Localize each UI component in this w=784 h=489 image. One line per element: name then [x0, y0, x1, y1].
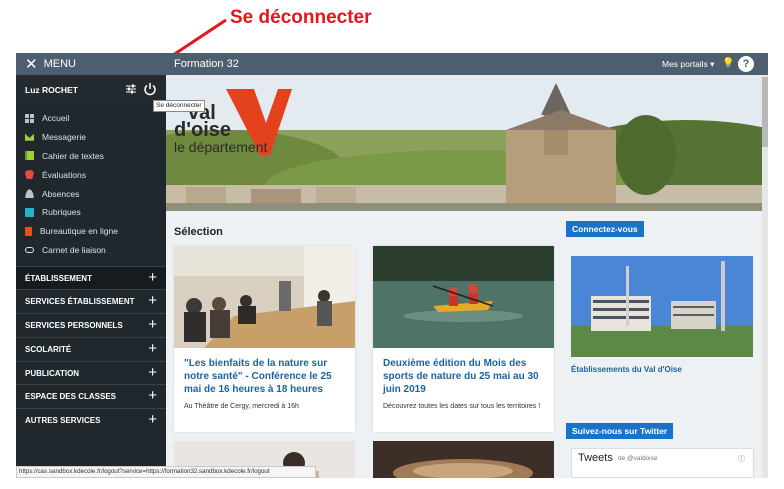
info-icon[interactable]: ⓘ — [738, 454, 745, 464]
envelope-icon — [25, 133, 34, 141]
connect-header: Connectez-vous — [566, 221, 644, 237]
sidebar-item-accueil[interactable]: Accueil — [16, 109, 166, 128]
user-name: Luz ROCHET — [25, 85, 78, 95]
section-espace-des-classes[interactable]: ESPACE DES CLASSES + — [16, 384, 166, 407]
sidebar-item-label: Carnet de liaison — [42, 244, 106, 255]
plus-icon: + — [148, 269, 157, 286]
card-description: Découvrez toutes les dates sur tous les … — [383, 403, 541, 410]
card-description: Au Théâtre de Cergy, mercredi à 16h — [184, 403, 299, 410]
annotation-overlay: Se déconnecter — [0, 0, 784, 74]
logout-power-icon[interactable] — [143, 81, 157, 97]
card-title[interactable]: "Les bienfaits de la nature sur notre sa… — [184, 357, 348, 396]
section-label: PUBLICATION — [25, 368, 80, 378]
section-label: SERVICES PERSONNELS — [25, 320, 123, 330]
schools-photo[interactable] — [571, 256, 753, 357]
section-label: ÉTABLISSEMENT — [25, 273, 92, 283]
logo-line-doise: d'oise — [174, 119, 231, 141]
menu-button[interactable]: ✕ MENU — [16, 53, 166, 75]
page-scrollbar[interactable] — [762, 75, 768, 478]
sidebar-item-label: Bureautique en ligne — [40, 226, 118, 237]
food-photo — [373, 441, 554, 478]
help-button[interactable]: ? — [738, 56, 754, 72]
news-card[interactable]: "Les bienfaits de la nature sur notre sa… — [174, 246, 355, 432]
annotation-label: Se déconnecter — [230, 7, 372, 28]
scrollbar-thumb[interactable] — [762, 77, 768, 147]
section-services-etablissement[interactable]: SERVICES ÉTABLISSEMENT + — [16, 289, 166, 312]
plus-icon: + — [148, 411, 157, 428]
tweets-title: Tweets — [578, 452, 613, 464]
sidebar-item-label: Messagerie — [42, 132, 86, 143]
sidebar-item-rubriques[interactable]: Rubriques — [16, 203, 166, 222]
top-bar: ✕ MENU Formation 32 Mes portails ▾ 💡 ? — [16, 53, 768, 75]
section-publication[interactable]: PUBLICATION + — [16, 361, 166, 384]
section-services-personnels[interactable]: SERVICES PERSONNELS + — [16, 313, 166, 336]
news-card[interactable]: Deuxième édition du Mois des sports de n… — [373, 246, 554, 432]
user-row: Luz ROCHET — [16, 75, 166, 105]
tweets-author[interactable]: de @valdoise — [618, 455, 657, 462]
browser-status-url: https://cas.sandbox.kdecole.fr/logout?se… — [16, 466, 316, 478]
grid-icon — [25, 113, 34, 123]
sidebar-item-label: Rubriques — [42, 207, 81, 218]
kayak-photo — [373, 246, 554, 348]
plus-icon: + — [148, 316, 157, 333]
link-icon — [25, 246, 34, 253]
twitter-widget[interactable]: Tweets de @valdoise ⓘ — [571, 448, 754, 478]
card-title[interactable]: Deuxième édition du Mois des sports de n… — [383, 357, 547, 396]
sidebar-item-evaluations[interactable]: Évaluations — [16, 165, 166, 184]
close-icon: ✕ — [25, 55, 38, 73]
conference-photo — [174, 246, 355, 348]
selection-section: Sélection "Les bienfaits de la nature su… — [166, 211, 562, 478]
sidebar-item-label: Évaluations — [42, 169, 86, 180]
selection-title: Sélection — [174, 226, 223, 238]
plus-icon: + — [148, 364, 157, 381]
sidebar-item-messagerie[interactable]: Messagerie — [16, 128, 166, 147]
sidebar-item-absences[interactable]: Absences — [16, 184, 166, 203]
lightbulb-icon[interactable]: 💡 — [722, 57, 734, 71]
plus-icon: + — [148, 292, 157, 309]
app-window: ✕ MENU Formation 32 Mes portails ▾ 💡 ? L… — [16, 53, 768, 478]
sidebar-item-cahier-de-textes[interactable]: Cahier de textes — [16, 147, 166, 166]
plus-icon: + — [148, 340, 157, 357]
section-etablissement[interactable]: ÉTABLISSEMENT + — [16, 266, 166, 289]
sidebar-item-bureautique[interactable]: Bureautique en ligne — [16, 222, 166, 241]
banner-image: val d'oise le département — [166, 75, 768, 211]
portals-dropdown[interactable]: Mes portails ▾ — [662, 53, 714, 75]
sidebar-item-label: Cahier de textes — [42, 150, 104, 161]
sidebar-item-label: Absences — [42, 188, 80, 199]
plus-icon: + — [148, 387, 157, 404]
settings-sliders-icon[interactable] — [125, 83, 137, 95]
section-scolarite[interactable]: SCOLARITÉ + — [16, 337, 166, 360]
news-card[interactable] — [373, 441, 554, 478]
folder-icon — [25, 207, 34, 217]
evaluation-icon — [25, 170, 34, 180]
sidebar: Luz ROCHET Accueil Messagerie Cahier de … — [16, 75, 166, 478]
site-title: Formation 32 — [174, 58, 239, 70]
sidebar-item-carnet-de-liaison[interactable]: Carnet de liaison — [16, 241, 166, 260]
section-autres-services[interactable]: AUTRES SERVICES + — [16, 408, 166, 431]
menu-label: MENU — [43, 58, 76, 70]
office-icon — [25, 226, 32, 236]
twitter-header: Suivez-nous sur Twitter — [566, 423, 674, 439]
right-column: Connectez-vous Établissements du Val d'O… — [562, 211, 768, 478]
logo-line-departement: le département — [174, 139, 268, 155]
sidebar-nav: Accueil Messagerie Cahier de textes Éval… — [16, 109, 166, 259]
section-label: SERVICES ÉTABLISSEMENT — [25, 296, 135, 306]
logo-text: val d'oise le département — [174, 103, 268, 155]
person-icon — [25, 189, 34, 199]
section-label: SCOLARITÉ — [25, 344, 72, 354]
logout-tooltip: Se déconnecter — [153, 100, 205, 112]
section-label: AUTRES SERVICES — [25, 415, 101, 425]
sidebar-item-label: Accueil — [42, 113, 70, 124]
section-label: ESPACE DES CLASSES — [25, 391, 116, 401]
book-icon — [25, 151, 34, 161]
etablissements-link[interactable]: Établissements du Val d'Oise — [571, 365, 682, 374]
